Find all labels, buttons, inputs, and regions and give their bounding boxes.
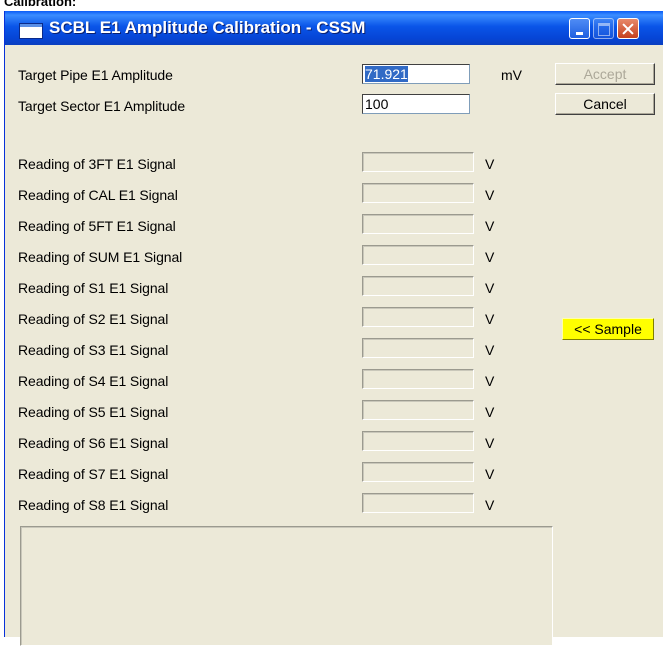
- reading-label-3ft: Reading of 3FT E1 Signal: [18, 156, 176, 172]
- reading-unit-s1: V: [485, 280, 495, 296]
- reading-field-s6: [362, 431, 474, 451]
- reading-label-s4: Reading of S4 E1 Signal: [18, 373, 169, 389]
- reading-label-sum: Reading of SUM E1 Signal: [18, 249, 183, 265]
- reading-field-5ft: [362, 214, 474, 234]
- reading-label-s7: Reading of S7 E1 Signal: [18, 466, 169, 482]
- reading-field-sum: [362, 245, 474, 265]
- reading-label-s5: Reading of S5 E1 Signal: [18, 404, 169, 420]
- calibration-window: SCBL E1 Amplitude Calibration - CSSM Tar…: [4, 11, 663, 646]
- close-button[interactable]: [617, 18, 639, 39]
- reading-label-s6: Reading of S6 E1 Signal: [18, 435, 169, 451]
- cancel-button[interactable]: Cancel: [555, 93, 655, 115]
- status-message-box: [20, 526, 553, 646]
- reading-unit-s7: V: [485, 466, 495, 482]
- target-sector-input[interactable]: 100: [362, 94, 470, 114]
- maximize-button[interactable]: [593, 18, 614, 39]
- reading-field-s7: [362, 462, 474, 482]
- minimize-button[interactable]: [569, 18, 590, 39]
- reading-unit-5ft: V: [485, 218, 495, 234]
- window-app-icon[interactable]: [19, 23, 43, 39]
- target-pipe-label: Target Pipe E1 Amplitude: [18, 67, 173, 83]
- reading-field-s4: [362, 369, 474, 389]
- reading-unit-s2: V: [485, 311, 495, 327]
- reading-field-3ft: [362, 152, 474, 172]
- reading-field-s1: [362, 276, 474, 296]
- reading-unit-3ft: V: [485, 156, 495, 172]
- background-caption: Calibration:: [4, 0, 77, 9]
- reading-field-s8: [362, 493, 474, 513]
- reading-unit-s8: V: [485, 497, 495, 513]
- reading-label-s1: Reading of S1 E1 Signal: [18, 280, 169, 296]
- reading-field-s5: [362, 400, 474, 420]
- reading-label-s8: Reading of S8 E1 Signal: [18, 497, 169, 513]
- accept-button[interactable]: Accept: [555, 63, 655, 85]
- reading-label-s3: Reading of S3 E1 Signal: [18, 342, 169, 358]
- target-pipe-input[interactable]: 71.921: [362, 64, 470, 84]
- target-pipe-unit: mV: [501, 67, 522, 83]
- reading-field-s3: [362, 338, 474, 358]
- reading-unit-cal: V: [485, 187, 495, 203]
- reading-label-s2: Reading of S2 E1 Signal: [18, 311, 169, 327]
- reading-unit-s6: V: [485, 435, 495, 451]
- reading-unit-s3: V: [485, 342, 495, 358]
- title-bar[interactable]: SCBL E1 Amplitude Calibration - CSSM: [5, 11, 663, 45]
- reading-label-cal: Reading of CAL E1 Signal: [18, 187, 178, 203]
- reading-label-5ft: Reading of 5FT E1 Signal: [18, 218, 176, 234]
- window-title: SCBL E1 Amplitude Calibration - CSSM: [49, 18, 366, 37]
- reading-field-cal: [362, 183, 474, 203]
- reading-unit-s4: V: [485, 373, 495, 389]
- reading-unit-sum: V: [485, 249, 495, 265]
- reading-unit-s5: V: [485, 404, 495, 420]
- reading-field-s2: [362, 307, 474, 327]
- target-pipe-value: 71.921: [365, 66, 408, 82]
- target-sector-label: Target Sector E1 Amplitude: [18, 98, 186, 114]
- target-sector-value: 100: [365, 96, 389, 112]
- sample-button[interactable]: << Sample: [562, 318, 654, 340]
